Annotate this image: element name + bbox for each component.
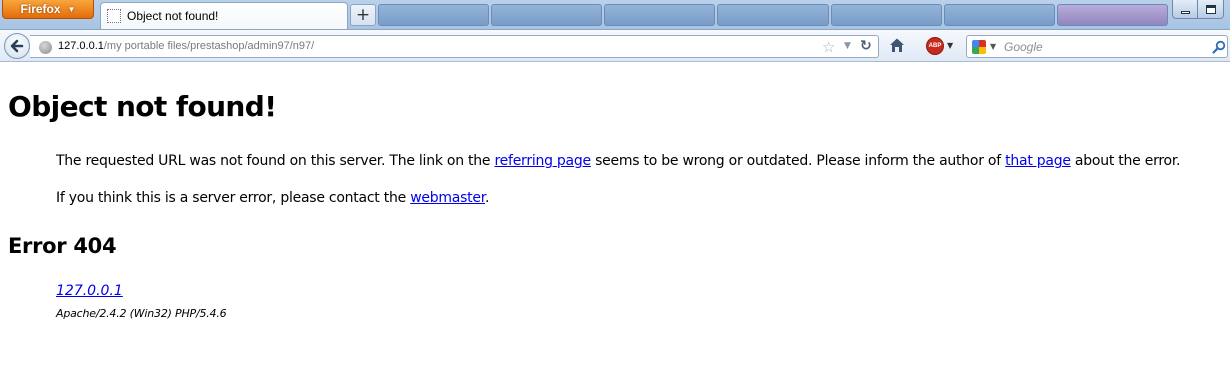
server-error-note: If you think this is a server error, ple… [56,190,489,206]
taskbar-window-2[interactable] [491,4,603,26]
restore-button[interactable] [1198,0,1224,19]
star-icon[interactable]: ☆ [822,38,835,56]
taskbar-window-7[interactable] [1056,4,1168,26]
tab-active[interactable]: Object not found! [100,2,348,29]
search-bar[interactable]: ▼ Google [966,35,1228,58]
new-tab-button[interactable]: + [350,4,376,26]
taskbar-window-6[interactable] [943,4,1055,26]
title-bar: Firefox ▼ Object not found! + [0,0,1230,29]
firefox-menu-label: Firefox [20,2,61,16]
taskbar-window-1[interactable] [378,4,490,26]
back-arrow-icon [10,39,24,53]
taskbar-window-4[interactable] [717,4,829,26]
home-icon [890,38,904,52]
window-controls [1172,0,1230,19]
error-code-heading: Error 404 [8,234,117,258]
search-go-button[interactable] [1212,39,1226,58]
chevron-down-icon: ▼ [67,4,76,14]
server-address-link[interactable]: 127.0.0.1 [56,283,123,299]
address-text[interactable]: 127.0.0.1/my portable files/prestashop/a… [58,40,314,52]
taskbar-window-3[interactable] [604,4,716,26]
server-error-text-2: . [484,190,490,206]
tab-title: Object not found! [127,9,219,23]
adblock-dropdown-icon[interactable]: ▼ [947,41,953,50]
home-button[interactable] [889,37,905,57]
referring-page-link[interactable]: referring page [494,153,591,169]
dropdown-arrow-icon[interactable]: ▼ [844,41,851,51]
search-placeholder[interactable]: Google [1004,40,1043,54]
back-button[interactable] [4,33,30,59]
server-signature: Apache/2.4.2 (Win32) PHP/5.4.6 [56,307,227,320]
adblock-plus-icon[interactable]: ABP [926,37,944,55]
magnifier-icon [1212,40,1226,54]
background-windows [378,4,1168,26]
google-icon[interactable] [972,40,986,54]
plus-icon: + [355,4,371,25]
error-description: The requested URL was not found on this … [56,153,1181,169]
error-description-text-1: The requested URL was not found on this … [56,153,495,169]
reload-icon[interactable]: ↻ [860,38,872,54]
firefox-menu-button[interactable]: Firefox ▼ [2,0,94,19]
page-title: Object not found! [8,90,277,123]
address-path: /my portable files/prestashop/admin97/n9… [103,40,315,52]
taskbar-window-5[interactable] [830,4,942,26]
that-page-link[interactable]: that page [1005,153,1071,169]
page-content: Object not found! The requested URL was … [0,63,1230,374]
error-description-text-2: seems to be wrong or outdated. Please in… [590,153,1006,169]
webmaster-link[interactable]: webmaster [410,190,485,206]
page-favicon-icon [107,9,121,23]
navigation-toolbar: 127.0.0.1/my portable files/prestashop/a… [0,29,1230,62]
minimize-icon [1180,10,1190,14]
search-engine-dropdown-icon[interactable]: ▼ [990,42,996,51]
error-description-text-3: about the error. [1070,153,1181,169]
restore-icon [1205,4,1216,14]
address-host: 127.0.0.1 [58,40,104,52]
server-error-text-1: If you think this is a server error, ple… [56,190,411,206]
globe-icon [39,41,52,54]
minimize-button[interactable] [1172,0,1198,19]
address-bar[interactable]: 127.0.0.1/my portable files/prestashop/a… [30,35,879,58]
adblock-badge-label: ABP [928,43,942,49]
